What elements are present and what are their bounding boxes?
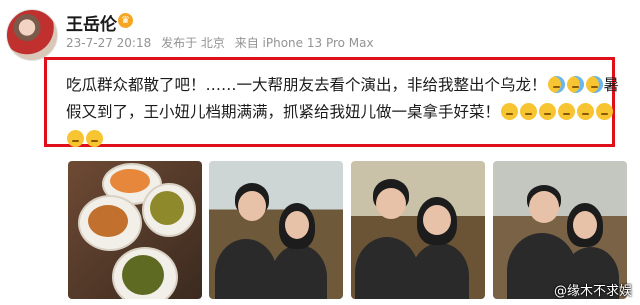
post-text-line1: 吃瓜群众都散了吧！……一大帮朋友去看个演出，非给我整出个乌龙！ xyxy=(66,76,547,94)
post-text-line1-end: 暑 xyxy=(603,76,620,94)
photo-father-daughter-1[interactable] xyxy=(209,161,343,299)
smile-emoji-icon xyxy=(67,130,84,147)
post-text-line2: 假又到了，王小妞儿档期满满，抓紧给我妞儿做一桌拿手好菜！ xyxy=(66,103,501,121)
post-device: 来自 iPhone 13 Pro Max xyxy=(234,36,374,50)
smile-emoji-icon xyxy=(520,103,538,120)
watermark: @缘木不求娱 xyxy=(553,284,632,299)
post-time: 23-7-27 20:18 xyxy=(66,36,152,50)
post-meta: 23-7-27 20:18 发布于 北京 来自 iPhone 13 Pro Ma… xyxy=(66,34,380,51)
smile-emoji-icon xyxy=(596,103,614,120)
user-avatar[interactable] xyxy=(6,9,58,61)
smile-emoji-icon xyxy=(577,103,595,120)
smile-emoji-icon xyxy=(539,103,557,120)
smile-emoji-icon xyxy=(558,103,576,120)
crying-emoji-icon xyxy=(585,76,603,93)
photo-grid xyxy=(68,161,628,299)
photo-father-daughter-2[interactable] xyxy=(351,161,485,299)
vip-crown-icon: ♛ xyxy=(118,13,133,28)
crying-emoji-icon xyxy=(566,76,584,93)
smile-emoji-icon xyxy=(86,130,103,147)
photo-father-daughter-3[interactable] xyxy=(493,161,627,299)
crying-emoji-icon xyxy=(547,76,565,93)
username[interactable]: 王岳伦 xyxy=(66,10,117,35)
post-text: 吃瓜群众都散了吧！……一大帮朋友去看个演出，非给我整出个乌龙！ 暑 假又到了，王小… xyxy=(66,72,631,153)
smile-emoji-icon xyxy=(501,103,519,120)
post-location: 发布于 北京 xyxy=(161,36,225,50)
photo-food-table[interactable] xyxy=(68,161,202,299)
